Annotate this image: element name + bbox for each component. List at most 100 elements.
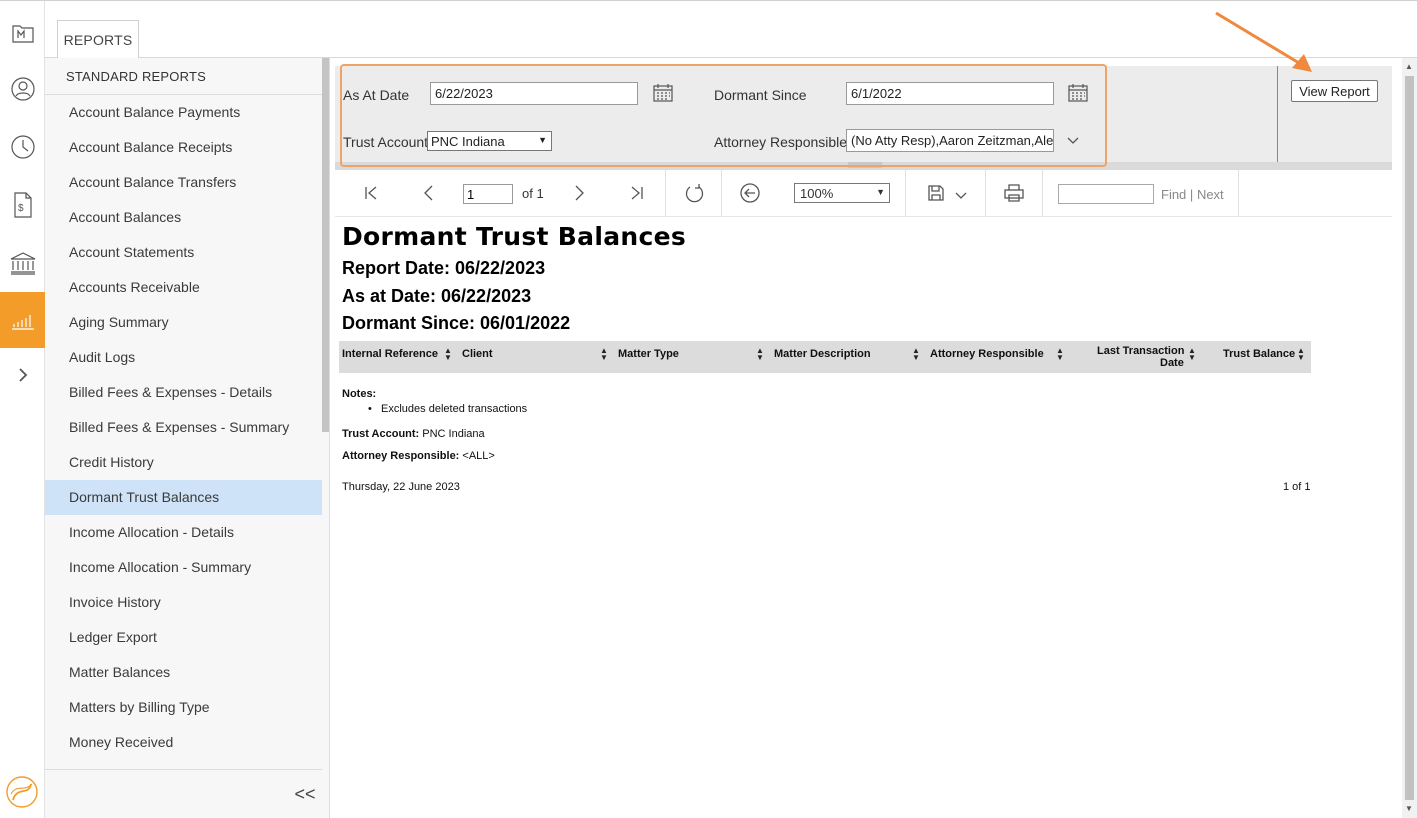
find-separator: | [1189,187,1194,202]
sort-icon[interactable]: ▲ ▼ [1188,347,1196,362]
tab-reports[interactable]: REPORTS [57,20,139,60]
expand-icon[interactable] [0,347,45,403]
attorney-note: Attorney Responsible: <ALL> [342,450,495,462]
previous-page-icon[interactable] [418,182,440,204]
report-list-item[interactable]: Billed Fees & Expenses - Summary [45,410,322,445]
col-matter-type[interactable]: Matter Type [618,348,679,360]
report-list-item[interactable]: Income Allocation - Summary [45,550,322,585]
report-list-item[interactable]: Invoice History [45,585,322,620]
next-page-icon[interactable] [568,182,590,204]
report-list-item[interactable]: Billed Fees & Expenses - Details [45,375,322,410]
col-last-transaction-date[interactable]: Date [1160,357,1184,369]
report-list-item[interactable]: Account Balances [45,200,322,235]
print-icon[interactable] [1003,182,1025,204]
report-list-item[interactable]: Account Balance Transfers [45,165,322,200]
report-date: Report Date: 06/22/2023 [342,258,546,278]
report-list: Account Balance Payments Account Balance … [45,95,322,760]
svg-text:$: $ [18,203,24,214]
trust-account-label: Trust Account [343,134,429,150]
attorney-responsible-input[interactable]: (No Atty Resp),Aaron Zeitzman,Ale [846,129,1054,152]
page-count: of 1 [522,186,544,201]
zoom-select[interactable]: 100% ▼ [794,183,890,203]
report-list-item[interactable]: Matter Balances [45,655,322,690]
report-list-item[interactable]: Income Allocation - Details [45,515,322,550]
sort-icon[interactable]: ▲ ▼ [912,347,920,362]
sidebar-scrollbar[interactable] [322,58,329,432]
chevron-down-icon: ▼ [876,187,885,197]
attorney-responsible-label: Attorney Responsible [714,134,848,150]
page-number-input[interactable] [463,184,513,204]
view-report-button[interactable]: View Report [1291,80,1378,102]
report-list-item[interactable]: Account Balance Payments [45,95,322,130]
reports-icon[interactable] [0,292,45,348]
zoom-value: 100% [800,185,834,201]
col-client[interactable]: Client [462,348,493,360]
back-icon[interactable] [739,182,761,204]
save-icon[interactable] [925,182,947,204]
col-last-transaction[interactable]: Last Transaction [1097,345,1184,357]
billing-icon[interactable]: $ [0,177,45,233]
dormant-since: Dormant Since: 06/01/2022 [342,313,571,333]
report-list-item[interactable]: Audit Logs [45,340,322,375]
logo-icon [6,776,38,808]
as-at-date-input[interactable] [430,82,638,105]
col-internal-reference[interactable]: Internal Reference [342,348,438,360]
report-list-item[interactable]: Dormant Trust Balances [45,480,322,515]
matters-icon[interactable] [0,5,45,61]
report-title: Dormant Trust Balances [342,222,687,251]
next-link[interactable]: Next [1197,187,1224,202]
col-matter-description[interactable]: Matter Description [774,348,871,360]
left-nav-rail: $ [0,0,45,818]
col-trust-balance[interactable]: Trust Balance [1223,348,1295,360]
report-list-item[interactable]: Credit History [45,445,322,480]
dormant-since-input[interactable] [846,82,1054,105]
calendar-icon[interactable] [652,83,674,103]
report-list-item[interactable]: Account Balance Receipts [45,130,322,165]
find-link[interactable]: Find [1161,187,1186,202]
report-table-header: Internal Reference ▲ ▼ Client ▲ ▼ Matter T… [339,341,1311,373]
report-list-item[interactable]: Account Statements [45,235,322,270]
sidebar-footer: << [45,769,322,818]
time-icon[interactable] [0,119,45,175]
chevron-down-icon: ▼ [538,135,547,145]
report-list-item[interactable]: Money Received [45,725,322,760]
as-at-date: As at Date: 06/22/2023 [342,286,532,306]
annotation-arrow-icon [1215,11,1312,72]
trust-bank-icon[interactable] [0,235,45,291]
scroll-up-icon[interactable]: ▲ [1405,62,1413,71]
notes-label: Notes: [342,388,377,400]
contacts-icon[interactable] [0,61,45,117]
trust-account-value: PNC Indiana [431,133,505,149]
report-list-item[interactable]: Aging Summary [45,305,322,340]
collapse-panel-button[interactable]: << [294,784,316,804]
last-page-icon[interactable] [626,182,648,204]
trust-account-select[interactable]: PNC Indiana ▼ [427,131,552,151]
dormant-since-label: Dormant Since [714,87,807,103]
first-page-icon[interactable] [360,182,382,204]
main-scrollbar[interactable]: ▲ ▼ [1402,58,1417,818]
report-list-item[interactable]: Matters by Billing Type [45,690,322,725]
notes-item: • Excludes deleted transactions [368,403,528,415]
trust-account-note: Trust Account: PNC Indiana [342,428,485,440]
scrollbar-thumb[interactable] [1405,76,1414,800]
splitter-handle[interactable] [848,162,882,168]
sort-icon[interactable]: ▲ ▼ [1297,347,1305,362]
chevron-down-icon[interactable] [955,192,967,200]
scroll-down-icon[interactable]: ▼ [1405,804,1413,813]
report-toolbar: of 1 100% ▼ Find | Next [335,170,1392,217]
section-header: STANDARD REPORTS [45,58,322,95]
footer-date: Thursday, 22 June 2023 [342,481,460,493]
sort-icon[interactable]: ▲ ▼ [756,347,764,362]
sort-icon[interactable]: ▲ ▼ [600,347,608,362]
footer-pages: 1 of 1 [1283,481,1311,493]
refresh-icon[interactable] [683,182,705,204]
calendar-icon[interactable] [1067,83,1089,103]
sort-icon[interactable]: ▲ ▼ [1056,347,1064,362]
report-list-item[interactable]: Ledger Export [45,620,322,655]
report-viewer: As At Date Dormant Since Trust Account P… [331,58,1417,818]
sort-icon[interactable]: ▲ ▼ [444,347,452,362]
find-input[interactable] [1058,184,1154,204]
report-list-item[interactable]: Accounts Receivable [45,270,322,305]
col-attorney-responsible[interactable]: Attorney Responsible [930,348,1044,360]
chevron-down-icon[interactable] [1066,136,1080,146]
